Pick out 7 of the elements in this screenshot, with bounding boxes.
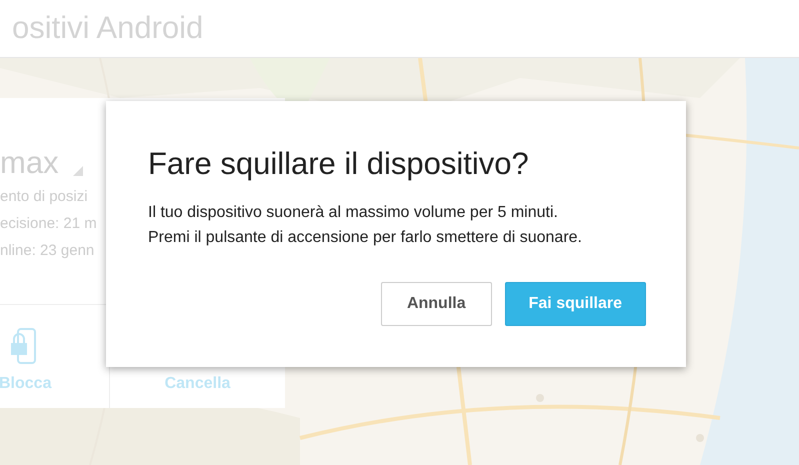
ring-button[interactable]: Fai squillare — [504, 282, 646, 326]
phone-lock-icon — [10, 328, 36, 364]
dialog-message: Premi il pulsante di accensione per farlo smettere di suonare. — [148, 228, 582, 248]
dialog-message: Il tuo dispositivo suonerà al massimo volume per 5 minuti. — [148, 202, 558, 223]
cancel-button[interactable]: Annulla — [380, 282, 492, 326]
dropdown-icon[interactable] — [72, 166, 83, 176]
dialog-title: Fare squillare il dispositivo? — [148, 145, 529, 183]
